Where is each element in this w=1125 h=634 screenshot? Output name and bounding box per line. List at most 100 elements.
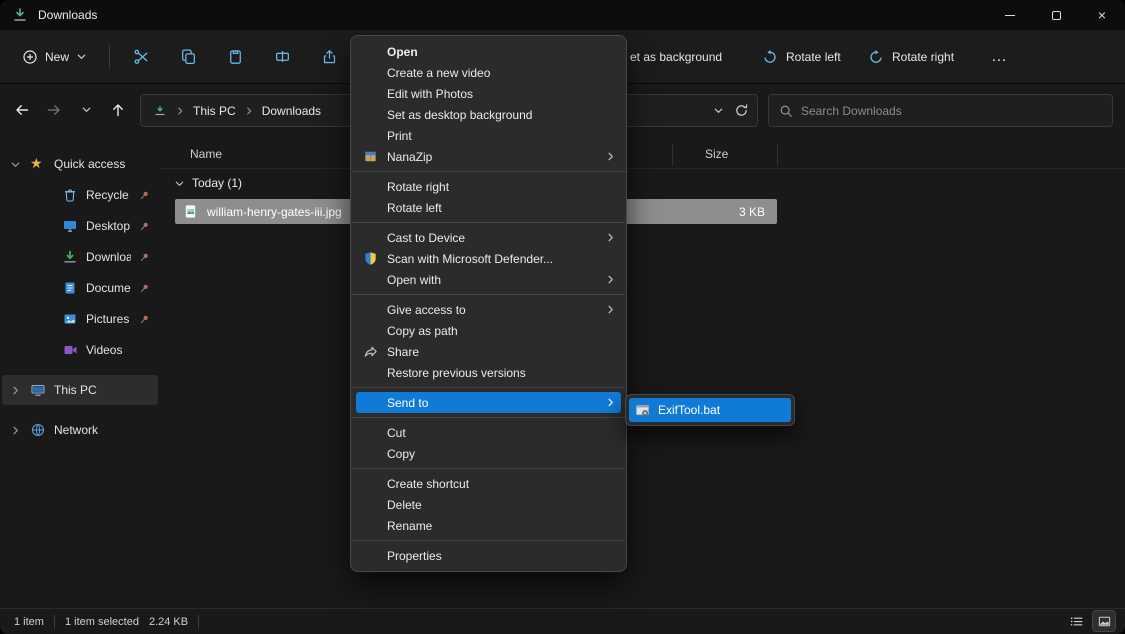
menu-item-rotate-left[interactable]: Rotate left <box>351 197 626 218</box>
menu-item-send-to[interactable]: Send to <box>356 392 621 413</box>
paste-button[interactable] <box>214 39 256 75</box>
menu-item-scan-with-defender[interactable]: Scan with Microsoft Defender... <box>351 248 626 269</box>
sidebar-item-videos[interactable]: Videos <box>2 335 158 365</box>
menu-item-rotate-right[interactable]: Rotate right <box>351 176 626 197</box>
menu-item-cut[interactable]: Cut <box>351 422 626 443</box>
nav-arrows <box>0 96 132 124</box>
menu-item-edit-with-photos[interactable]: Edit with Photos <box>351 83 626 104</box>
details-view-button[interactable] <box>1065 611 1087 631</box>
minimize-icon <box>1005 15 1015 16</box>
see-more-button[interactable]: … <box>982 40 1016 74</box>
rotate-right-button[interactable]: Rotate right <box>858 42 964 72</box>
up-button[interactable] <box>104 96 132 124</box>
ellipsis-icon: … <box>991 48 1007 66</box>
menu-separator <box>352 171 625 172</box>
submenu-arrow-icon <box>605 151 616 162</box>
file-list-pane: Name Size Today (1) william-henry-gates-… <box>160 134 1125 608</box>
new-button[interactable]: New <box>10 42 99 72</box>
close-button[interactable]: × <box>1079 0 1125 30</box>
menu-item-create-shortcut[interactable]: Create shortcut <box>351 473 626 494</box>
status-bar: 1 item 1 item selected 2.24 KB <box>0 608 1125 634</box>
nanazip-icon <box>363 149 379 165</box>
address-dropdown-button[interactable] <box>713 105 724 116</box>
sidebar-item-network[interactable]: Network <box>2 415 158 445</box>
chevron-down-icon <box>10 159 22 170</box>
copy-button[interactable] <box>167 39 209 75</box>
star-icon: ★ <box>30 156 46 172</box>
menu-separator <box>352 294 625 295</box>
search-input[interactable] <box>801 104 1102 118</box>
menu-item-print[interactable]: Print <box>351 125 626 146</box>
column-separator[interactable] <box>777 144 778 166</box>
rotate-right-label: Rotate right <box>892 50 954 64</box>
exiftool-app-icon <box>635 403 650 418</box>
menu-item-rename[interactable]: Rename <box>351 515 626 536</box>
close-icon: × <box>1098 8 1106 22</box>
header-divider <box>160 168 1125 169</box>
menu-item-create-new-video[interactable]: Create a new video <box>351 62 626 83</box>
pin-icon <box>139 190 150 201</box>
maximize-icon <box>1052 11 1061 20</box>
downloads-folder-icon <box>12 7 28 23</box>
menu-separator <box>352 387 625 388</box>
sidebar-item-recycle-bin[interactable]: Recycle Bin <box>2 180 158 210</box>
chevron-down-icon <box>76 51 87 62</box>
refresh-button[interactable] <box>734 103 749 118</box>
sidebar-item-documents[interactable]: Documents <box>2 273 158 303</box>
group-header-today[interactable]: Today (1) <box>174 176 242 190</box>
breadcrumb-this-pc[interactable]: This PC <box>189 102 240 120</box>
menu-item-cast-to-device[interactable]: Cast to Device <box>351 227 626 248</box>
menu-separator <box>352 468 625 469</box>
videos-icon <box>62 342 78 358</box>
menu-item-set-desktop-background[interactable]: Set as desktop background <box>351 104 626 125</box>
thumbnail-view-icon <box>1097 614 1112 629</box>
breadcrumb-downloads[interactable]: Downloads <box>258 102 325 120</box>
view-toggle-buttons <box>1065 611 1115 631</box>
menu-item-restore-previous-versions[interactable]: Restore previous versions <box>351 362 626 383</box>
menu-item-nanazip[interactable]: NanaZip <box>351 146 626 167</box>
submenu-item-exiftool[interactable]: ExifTool.bat <box>629 398 791 422</box>
menu-item-share[interactable]: Share <box>351 341 626 362</box>
rotate-left-button[interactable]: Rotate left <box>752 42 851 72</box>
menu-item-copy[interactable]: Copy <box>351 443 626 464</box>
submenu-arrow-icon <box>605 304 616 315</box>
search-icon <box>779 104 793 118</box>
pictures-icon <box>62 311 78 327</box>
sidebar-item-quick-access[interactable]: ★ Quick access <box>2 149 158 179</box>
thumbnail-view-button[interactable] <box>1093 611 1115 631</box>
sidebar-item-pictures[interactable]: Pictures <box>2 304 158 334</box>
file-name: william-henry-gates-iii.jpg <box>207 205 342 219</box>
plus-circle-icon <box>22 49 38 65</box>
sidebar-item-downloads[interactable]: Downloads <box>2 242 158 272</box>
item-count: 1 item <box>14 616 44 628</box>
sidebar-item-this-pc[interactable]: This PC <box>2 375 158 405</box>
pin-icon <box>139 221 150 232</box>
search-box[interactable] <box>768 94 1113 127</box>
column-headers: Name Size <box>160 142 1125 168</box>
desktop-icon <box>62 218 78 234</box>
back-button[interactable] <box>8 96 36 124</box>
toolbar-separator <box>109 45 110 69</box>
group-label: Today (1) <box>192 176 242 190</box>
column-header-size[interactable]: Size <box>705 147 728 161</box>
status-separator <box>198 615 199 629</box>
address-location-icon <box>153 104 167 118</box>
cut-button[interactable] <box>120 39 162 75</box>
maximize-button[interactable] <box>1033 0 1079 30</box>
column-separator[interactable] <box>672 144 673 166</box>
rename-button[interactable] <box>261 39 303 75</box>
menu-item-give-access-to[interactable]: Give access to <box>351 299 626 320</box>
menu-item-copy-as-path[interactable]: Copy as path <box>351 320 626 341</box>
set-as-background-button[interactable]: et as background <box>630 50 722 64</box>
share-button[interactable] <box>308 39 350 75</box>
column-header-name[interactable]: Name <box>190 147 222 161</box>
sidebar-item-desktop[interactable]: Desktop <box>2 211 158 241</box>
minimize-button[interactable] <box>987 0 1033 30</box>
menu-item-open[interactable]: Open <box>351 41 626 62</box>
sidebar: ★ Quick access Recycle Bin Desktop Downl… <box>0 134 160 608</box>
menu-item-properties[interactable]: Properties <box>351 545 626 566</box>
menu-item-delete[interactable]: Delete <box>351 494 626 515</box>
recent-locations-button[interactable] <box>72 96 100 124</box>
forward-button[interactable] <box>40 96 68 124</box>
menu-item-open-with[interactable]: Open with <box>351 269 626 290</box>
